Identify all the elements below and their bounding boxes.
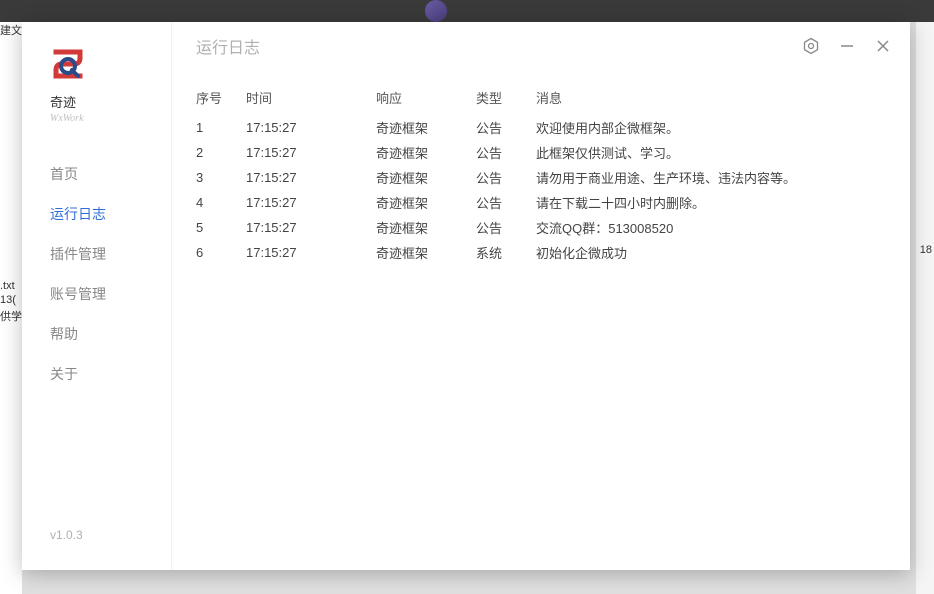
bg-text: .txt: [0, 280, 15, 292]
minimize-icon[interactable]: [838, 37, 856, 55]
titlebar: 运行日志: [172, 22, 910, 70]
cell-seq: 1: [196, 115, 246, 140]
window-controls: [802, 37, 892, 55]
brand-name: 奇迹: [50, 92, 171, 111]
cell-response: 奇迹框架: [376, 215, 476, 240]
cell-seq: 5: [196, 215, 246, 240]
cell-time: 17:15:27: [246, 240, 376, 265]
cell-message: 欢迎使用内部企微框架。: [536, 115, 886, 140]
cell-seq: 2: [196, 140, 246, 165]
table-row[interactable]: 317:15:27奇迹框架公告请勿用于商业用途、生产环境、违法内容等。: [196, 165, 886, 190]
cell-message: 请勿用于商业用途、生产环境、违法内容等。: [536, 165, 886, 190]
cell-type: 公告: [476, 190, 536, 215]
col-time-header: 时间: [246, 84, 376, 115]
app-window: 奇迹 WxWork 首页 运行日志 插件管理 账号管理 帮助 关于 v1.0.3…: [22, 22, 910, 570]
col-type-header: 类型: [476, 84, 536, 115]
col-message-header: 消息: [536, 84, 886, 115]
main-panel: 运行日志 序号 时间 响应: [172, 22, 910, 570]
page-title: 运行日志: [196, 34, 802, 58]
cell-time: 17:15:27: [246, 115, 376, 140]
cell-response: 奇迹框架: [376, 165, 476, 190]
cell-type: 公告: [476, 140, 536, 165]
table-row[interactable]: 117:15:27奇迹框架公告欢迎使用内部企微框架。: [196, 115, 886, 140]
sidebar-item-plugins[interactable]: 插件管理: [22, 234, 171, 274]
version-label: v1.0.3: [22, 508, 171, 570]
bg-text: 建文: [0, 22, 22, 38]
cell-message: 交流QQ群：513008520: [536, 215, 886, 240]
table-row[interactable]: 417:15:27奇迹框架公告请在下载二十四小时内删除。: [196, 190, 886, 215]
col-response-header: 响应: [376, 84, 476, 115]
bg-text: 18: [920, 244, 932, 256]
sidebar: 奇迹 WxWork 首页 运行日志 插件管理 账号管理 帮助 关于 v1.0.3: [22, 22, 172, 570]
cell-response: 奇迹框架: [376, 190, 476, 215]
cell-message: 初始化企微成功: [536, 240, 886, 265]
brand-sub: WxWork: [50, 113, 171, 124]
sidebar-item-about[interactable]: 关于: [22, 354, 171, 394]
cell-message: 此框架仅供测试、学习。: [536, 140, 886, 165]
cell-time: 17:15:27: [246, 140, 376, 165]
app-logo-icon: [50, 46, 86, 82]
sidebar-item-home[interactable]: 首页: [22, 154, 171, 194]
bg-text: 13(: [0, 294, 16, 306]
col-seq-header: 序号: [196, 84, 246, 115]
cell-response: 奇迹框架: [376, 240, 476, 265]
table-row[interactable]: 617:15:27奇迹框架系统初始化企微成功: [196, 240, 886, 265]
table-row[interactable]: 217:15:27奇迹框架公告此框架仅供测试、学习。: [196, 140, 886, 165]
sidebar-item-accounts[interactable]: 账号管理: [22, 274, 171, 314]
cell-type: 系统: [476, 240, 536, 265]
cell-seq: 3: [196, 165, 246, 190]
sidebar-item-logs[interactable]: 运行日志: [22, 194, 171, 234]
sidebar-item-help[interactable]: 帮助: [22, 314, 171, 354]
cell-time: 17:15:27: [246, 190, 376, 215]
settings-icon[interactable]: [802, 37, 820, 55]
cell-time: 17:15:27: [246, 165, 376, 190]
bg-text: 供学: [0, 308, 22, 324]
cell-type: 公告: [476, 215, 536, 240]
log-table: 序号 时间 响应 类型 消息 117:15:27奇迹框架公告欢迎使用内部企微框架…: [196, 84, 886, 265]
cell-seq: 6: [196, 240, 246, 265]
cell-seq: 4: [196, 190, 246, 215]
close-icon[interactable]: [874, 37, 892, 55]
table-row[interactable]: 517:15:27奇迹框架公告交流QQ群：513008520: [196, 215, 886, 240]
cell-response: 奇迹框架: [376, 140, 476, 165]
cell-type: 公告: [476, 115, 536, 140]
log-content: 序号 时间 响应 类型 消息 117:15:27奇迹框架公告欢迎使用内部企微框架…: [172, 70, 910, 570]
table-header-row: 序号 时间 响应 类型 消息: [196, 84, 886, 115]
cell-response: 奇迹框架: [376, 115, 476, 140]
cell-message: 请在下载二十四小时内删除。: [536, 190, 886, 215]
cell-time: 17:15:27: [246, 215, 376, 240]
cell-type: 公告: [476, 165, 536, 190]
